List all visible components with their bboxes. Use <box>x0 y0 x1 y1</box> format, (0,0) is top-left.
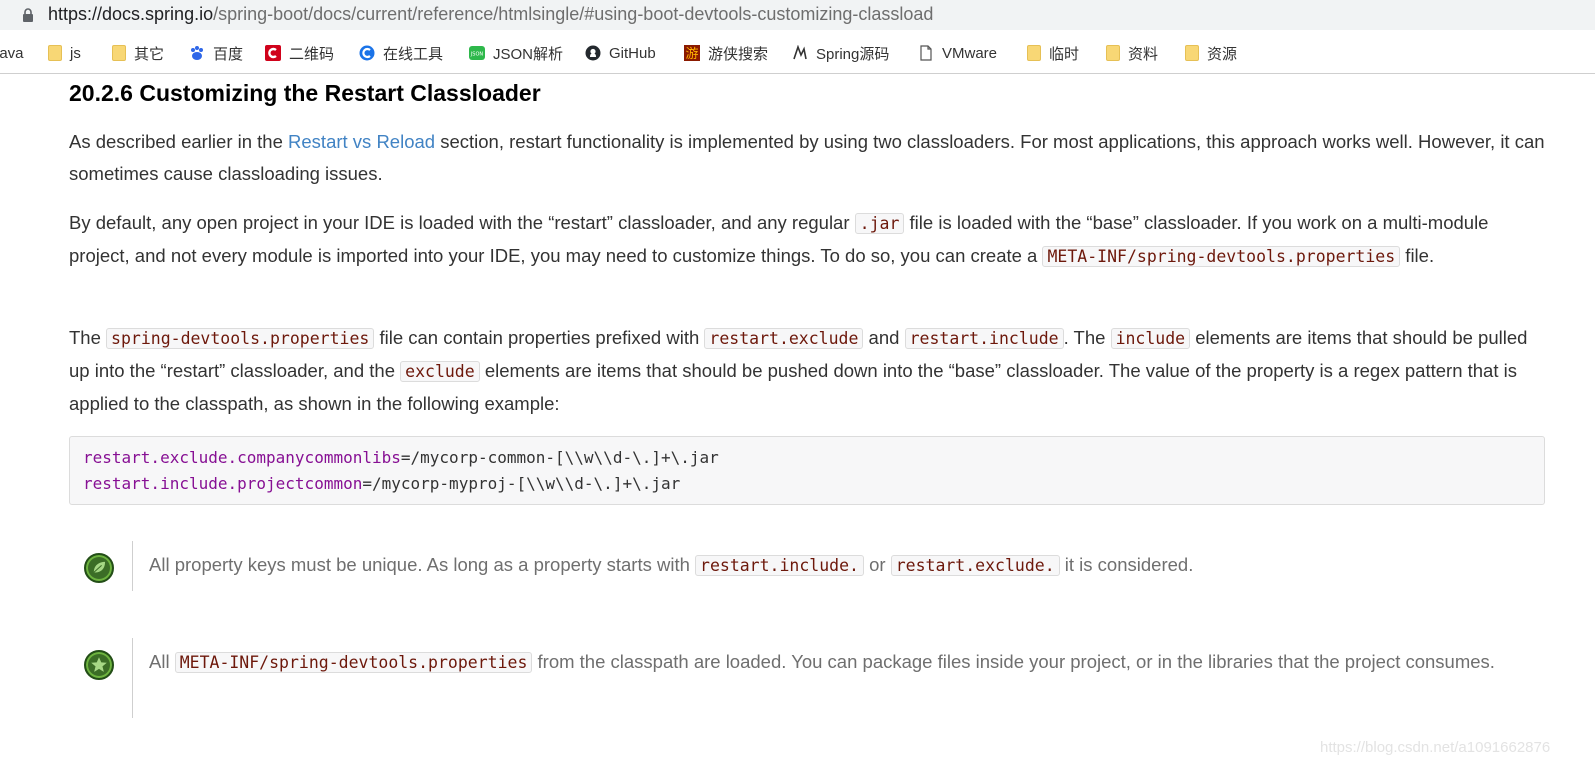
inline-code: META-INF/spring-devtools.properties <box>174 652 533 673</box>
property-value: =/mycorp-common-[\\w\\d-\.]+\.jar <box>400 448 719 467</box>
search-icon: 游 <box>684 45 700 61</box>
bookmark-label: 其它 <box>134 45 165 63</box>
admonition-divider <box>132 638 133 718</box>
url-path: /spring-boot/docs/current/reference/html… <box>213 4 934 24</box>
watermark: https://blog.csdn.net/a1091662876 <box>1320 739 1551 756</box>
bookmark-label: 游侠搜索 <box>708 45 769 63</box>
bookmark-other[interactable]: 其它 <box>112 43 164 63</box>
text-run: it is considered. <box>1059 554 1194 575</box>
tip-admonition: All property keys must be unique. As lon… <box>80 541 1550 591</box>
svg-text:游: 游 <box>685 47 698 61</box>
note-admonition: All META-INF/spring-devtools.properties … <box>80 638 1550 718</box>
text-run: By default, any open project in your IDE… <box>69 212 855 233</box>
text-run: All property keys must be unique. As lon… <box>149 554 696 575</box>
text-run: file can contain properties prefixed wit… <box>374 327 705 348</box>
paragraph-default-classloader: By default, any open project in your IDE… <box>69 207 1547 273</box>
bookmark-label: 在线工具 <box>383 45 444 63</box>
bookmark-resources[interactable]: 资源 <box>1185 43 1237 63</box>
inline-code: restart.include. <box>695 555 864 576</box>
leaf-icon <box>84 553 114 583</box>
spring-icon <box>793 45 807 60</box>
note-text: All META-INF/spring-devtools.properties … <box>149 646 1529 679</box>
bookmark-label: js <box>70 44 81 62</box>
code-line: restart.exclude.companycommonlibs=/mycor… <box>83 448 719 467</box>
bookmark-temp[interactable]: 临时 <box>1027 43 1079 63</box>
folder-icon <box>1027 45 1041 61</box>
bookmark-json[interactable]: JSON JSON解析 <box>469 43 563 63</box>
star-icon <box>84 650 114 680</box>
bookmark-qrcode[interactable]: 二维码 <box>265 43 334 63</box>
section-heading: 20.2.6 Customizing the Restart Classload… <box>69 80 541 106</box>
bookmark-java[interactable]: java <box>0 43 24 63</box>
inline-code: .jar <box>854 213 905 234</box>
url-host: https://docs.spring.io <box>48 4 214 24</box>
code-line: restart.include.projectcommon=/mycorp-my… <box>83 474 680 493</box>
text-run: As described earlier in the <box>69 131 289 152</box>
inline-code: restart.include <box>904 328 1064 349</box>
inline-code: include <box>1110 328 1191 349</box>
bookmark-label: VMware <box>942 44 998 62</box>
inline-code: spring-devtools.properties <box>106 328 375 349</box>
folder-icon <box>112 45 126 61</box>
folder-icon <box>1185 45 1199 61</box>
bookmark-label: JSON解析 <box>493 45 564 63</box>
text-run: The <box>69 327 107 348</box>
folder-icon <box>1106 45 1120 61</box>
text-run: file. <box>1400 245 1435 266</box>
bookmark-baidu[interactable]: 百度 <box>189 43 243 63</box>
text-run: or <box>863 554 891 575</box>
paragraph-properties: The spring-devtools.properties file can … <box>69 322 1547 420</box>
text-run: from the classpath are loaded. You can p… <box>532 651 1495 672</box>
lock-icon <box>23 8 33 22</box>
inline-code: restart.exclude <box>704 328 864 349</box>
inline-code: META-INF/spring-devtools.properties <box>1042 246 1401 267</box>
restart-vs-reload-link[interactable]: Restart vs Reload <box>288 131 435 152</box>
bookmark-label: 资源 <box>1207 45 1238 63</box>
bookmarks-bar: java js 其它 百度 二维码 在线工具 JSON JSON解析 <box>0 32 1595 74</box>
bookmark-label: 临时 <box>1049 45 1080 63</box>
tool-icon <box>359 45 375 61</box>
text-run: and <box>863 327 905 348</box>
bookmark-label: Spring源码 <box>816 45 890 63</box>
property-key: restart.exclude.companycommonlibs <box>83 448 401 467</box>
bookmark-github[interactable]: GitHub <box>585 43 656 63</box>
paragraph-intro: As described earlier in the Restart vs R… <box>69 126 1547 190</box>
bookmark-vmware[interactable]: VMware <box>918 43 997 63</box>
tip-text: All property keys must be unique. As lon… <box>149 549 1529 582</box>
github-icon <box>585 45 601 61</box>
address-bar[interactable]: https://docs.spring.io/spring-boot/docs/… <box>0 0 1595 30</box>
bookmark-label: 百度 <box>213 45 244 63</box>
bookmark-label: 二维码 <box>289 45 335 63</box>
bookmark-docs[interactable]: 资料 <box>1106 43 1158 63</box>
bookmark-label: 资料 <box>1128 45 1159 63</box>
bookmark-tools[interactable]: 在线工具 <box>359 43 443 63</box>
bookmark-js[interactable]: js <box>48 43 81 63</box>
url-text[interactable]: https://docs.spring.io/spring-boot/docs/… <box>48 4 933 24</box>
bookmark-search[interactable]: 游 游侠搜索 <box>684 43 768 63</box>
json-icon: JSON <box>469 46 485 60</box>
property-key: restart.include.projectcommon <box>83 474 363 493</box>
inline-code: exclude <box>400 361 480 382</box>
baidu-icon <box>191 46 203 60</box>
text-run: . The <box>1063 327 1111 348</box>
qrcode-icon <box>265 45 281 61</box>
bookmark-label: java <box>0 44 24 62</box>
inline-code: restart.exclude. <box>890 555 1060 576</box>
property-value: =/mycorp-myproj-[\\w\\d-\.]+\.jar <box>362 474 681 493</box>
admonition-divider <box>132 541 133 591</box>
bookmark-label: GitHub <box>609 44 656 62</box>
svg-text:JSON: JSON <box>470 52 484 58</box>
folder-icon <box>48 45 62 61</box>
page-icon <box>920 45 932 61</box>
code-block[interactable]: restart.exclude.companycommonlibs=/mycor… <box>69 436 1545 505</box>
bookmark-spring[interactable]: Spring源码 <box>792 43 889 63</box>
text-run: All <box>149 651 175 672</box>
